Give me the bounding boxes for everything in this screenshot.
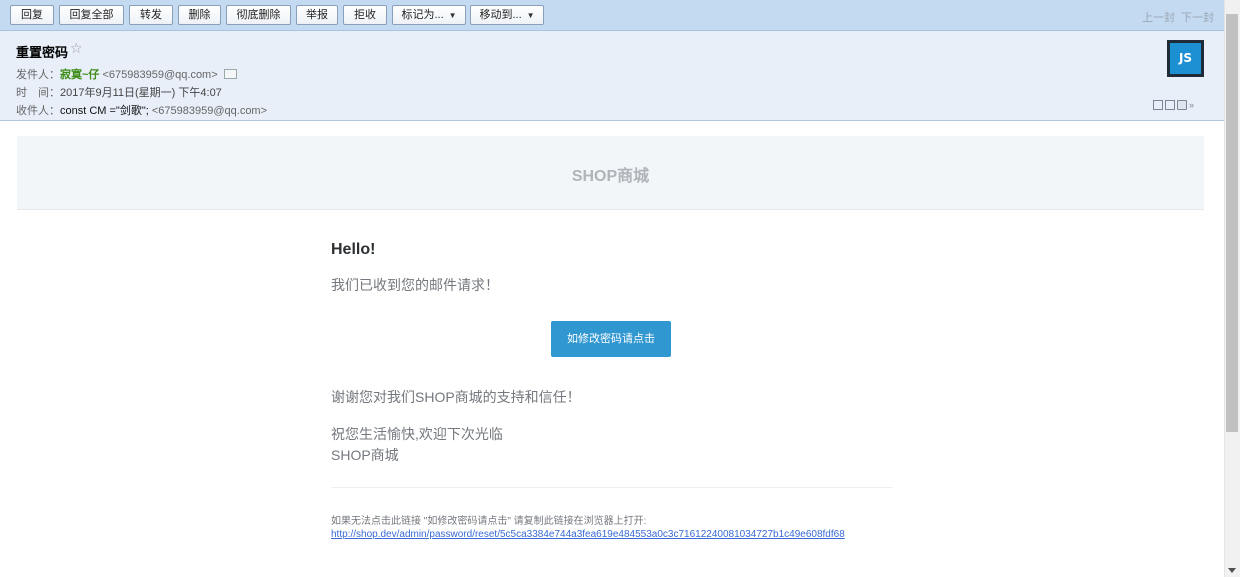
avatar-text: JS [1170,43,1201,74]
sender-name[interactable]: 寂寞~仔 [60,69,99,81]
time-value: 2017年9月11日(星期一) 下午4:07 [60,87,222,99]
contact-card-icon[interactable] [223,69,237,79]
to-line: 收件人：const CM ="剑歌"; <675983959@qq.com> [16,102,267,118]
mark-as-label: 标记为... [401,9,444,21]
email-reader: 回复 回复全部 转发 删除 彻底删除 举报 拒收 标记为... ▼ 移动到... ▼… [0,0,1240,577]
header-actions: » [1153,96,1194,114]
thanks-text: 谢谢您对我们SHOP商城的支持和信任！ [331,389,581,405]
reply-label: 回复 [21,9,43,21]
time-line: 时 间：2017年9月11日(星期一) 下午4:07 [16,84,222,100]
reject-button[interactable]: 拒收 [343,5,387,25]
reset-password-button[interactable]: 如修改密码请点击 [551,321,671,357]
forward-label: 转发 [140,9,162,21]
permanent-delete-label: 彻底删除 [236,9,281,21]
new-window-icon[interactable] [1165,99,1175,110]
recipient-name[interactable]: const CM ="剑歌"; [60,105,149,117]
banner-title: SHOP商城 [571,168,650,185]
received-text: 我们已收到您的邮件请求！ [331,277,499,293]
reset-url-link[interactable]: http://shop.dev/admin/password/reset/5c5… [331,529,845,540]
email-banner: SHOP商城 [17,136,1204,210]
prev-email-link[interactable]: 上一封 [1142,9,1175,25]
reply-all-button[interactable]: 回复全部 [59,5,124,25]
report-button[interactable]: 举报 [296,5,338,25]
forward-button[interactable]: 转发 [129,5,173,25]
sender-avatar[interactable]: JS [1167,40,1204,77]
reject-label: 拒收 [354,9,376,21]
mail-toolbar: 回复 回复全部 转发 删除 彻底删除 举报 拒收 标记为... ▼ 移动到... ▼… [0,0,1224,31]
delete-button[interactable]: 删除 [178,5,221,25]
sender-address: <675983959@qq.com> [102,69,218,81]
email-subject: 重置密码 [16,45,69,60]
chevron-down-icon[interactable]: » [1189,100,1194,110]
greeting-heading: Hello! [331,241,376,258]
delete-label: 删除 [188,9,211,21]
time-label: 时 间： [16,87,60,99]
scroll-down-arrow-icon[interactable] [1228,568,1236,573]
next-email-link[interactable]: 下一封 [1181,9,1214,25]
print-icon[interactable] [1177,99,1187,110]
from-line: 发件人：寂寞~仔 <675983959@qq.com> [16,66,237,82]
caret-down-icon: ▼ [526,11,535,20]
wish-text: 祝您生活愉快,欢迎下次光临 [331,426,503,442]
signature-text: SHOP商城 [331,447,399,463]
reply-all-label: 回复全部 [69,9,114,21]
mark-as-dropdown[interactable]: 标记为... ▼ [392,5,466,25]
move-to-dropdown[interactable]: 移动到... ▼ [470,5,544,25]
from-label: 发件人： [16,69,60,81]
note-icon[interactable] [1153,99,1163,110]
to-label: 收件人： [16,105,60,117]
permanent-delete-button[interactable]: 彻底删除 [226,5,291,25]
reply-button[interactable]: 回复 [10,5,54,25]
email-header: 重置密码 ☆ 发件人：寂寞~仔 <675983959@qq.com> 时 间：2… [0,31,1224,121]
report-label: 举报 [306,9,328,21]
footer-divider [331,487,893,488]
scrollbar-thumb[interactable] [1226,14,1238,432]
move-to-label: 移动到... [479,9,522,21]
caret-down-icon: ▼ [448,11,457,20]
star-outline-icon[interactable]: ☆ [70,40,83,57]
recipient-address: <675983959@qq.com> [151,105,268,117]
fallback-instructions: 如果无法点击此链接 "如修改密码请点击" 请复制此链接在浏览器上打开: [331,516,647,527]
